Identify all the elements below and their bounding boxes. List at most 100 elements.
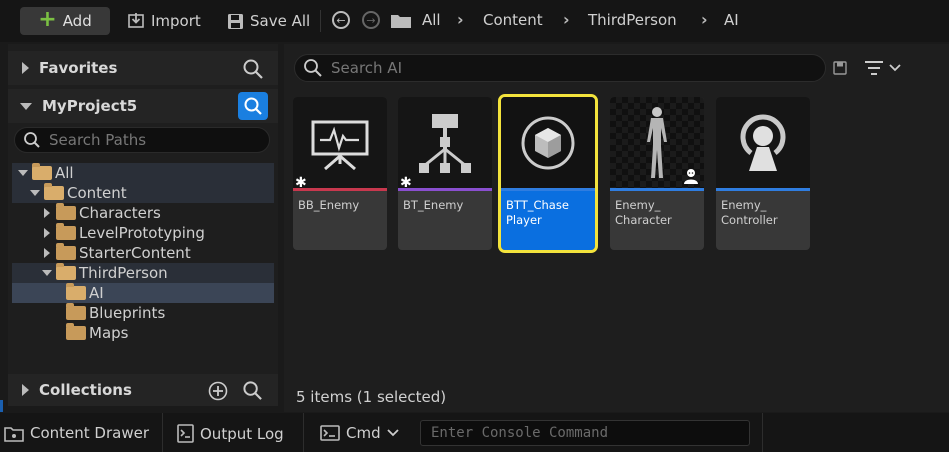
search-assets-input[interactable]: Search AI — [294, 54, 826, 82]
console-command-field[interactable] — [420, 420, 750, 446]
tree-item-thirdperson[interactable]: ThirdPerson — [12, 263, 274, 283]
breadcrumb-all[interactable]: All — [422, 11, 441, 29]
collapse-arrow-icon — [20, 102, 32, 110]
tree-item-label: Blueprints — [89, 304, 166, 322]
plus-icon: + — [38, 7, 57, 32]
tree-item-content[interactable]: Content — [12, 183, 274, 203]
folder-tree: All Content Characters LevelPrototyping … — [12, 160, 278, 360]
asset-tile-bt-enemy[interactable]: ✱ BT_Enemy — [398, 97, 492, 250]
breadcrumb-separator-icon: › — [701, 10, 708, 29]
add-button-label: Add — [62, 12, 92, 30]
save-search-icon[interactable] — [833, 61, 847, 75]
breadcrumb-separator-icon: › — [563, 10, 570, 29]
search-assets-placeholder: Search AI — [331, 59, 402, 77]
asset-tile-bb-enemy[interactable]: ✱ BB_Enemy — [293, 97, 387, 250]
search-paths-button[interactable] — [238, 92, 268, 120]
collapse-arrow-icon — [42, 270, 52, 276]
asset-type-bar — [610, 188, 704, 191]
search-icon[interactable] — [242, 380, 263, 401]
expand-arrow-icon — [44, 248, 50, 258]
project-label: MyProject5 — [42, 97, 138, 115]
folder-open-icon — [44, 183, 64, 200]
search-paths-placeholder: Search Paths — [49, 131, 147, 149]
output-log-button[interactable]: Output Log — [177, 424, 284, 443]
search-paths-input[interactable]: Search Paths — [14, 127, 270, 153]
panel-edge-marker — [0, 400, 3, 412]
tree-item-startercontent[interactable]: StarterContent — [12, 243, 274, 263]
tree-item-ai[interactable]: AI — [12, 283, 274, 303]
asset-label: BTT_Chase Player — [506, 198, 569, 227]
collapse-arrow-icon — [30, 190, 40, 196]
search-icon — [244, 97, 262, 115]
status-bar-divider — [303, 413, 304, 452]
expand-arrow-icon — [22, 384, 29, 396]
favorites-header[interactable]: Favorites — [8, 51, 278, 85]
project-header[interactable]: MyProject5 — [8, 89, 278, 123]
tree-item-maps[interactable]: Maps — [12, 323, 274, 343]
breadcrumb-thirdperson[interactable]: ThirdPerson — [588, 11, 677, 29]
user-icon — [684, 169, 698, 184]
toolbar-divider — [320, 10, 321, 32]
add-circle-icon[interactable] — [208, 381, 228, 401]
breadcrumb-content[interactable]: Content — [483, 11, 543, 29]
tree-item-label: LevelPrototyping — [79, 224, 205, 242]
search-icon[interactable] — [242, 58, 264, 80]
tree-item-label: Maps — [89, 324, 129, 342]
filter-icon[interactable] — [863, 60, 885, 76]
favorites-label: Favorites — [39, 59, 118, 77]
asset-tile-enemy-controller[interactable]: Enemy_ Controller — [716, 97, 810, 250]
folder-open-icon — [32, 163, 52, 180]
asset-thumbnail: ✱ — [398, 97, 492, 191]
asset-tile-btt-chase-player[interactable]: BTT_Chase Player — [498, 94, 598, 253]
asset-type-bar — [398, 188, 492, 191]
import-button[interactable]: Import — [127, 8, 201, 34]
asset-tile-enemy-character[interactable]: Enemy_ Character — [610, 97, 704, 250]
sources-panel: Favorites MyProject5 Search Paths All Co… — [8, 44, 278, 406]
console-command-input[interactable] — [431, 425, 741, 441]
import-icon — [128, 13, 144, 28]
save-all-button[interactable]: Save All — [227, 8, 310, 34]
folder-icon — [56, 203, 76, 220]
content-drawer-button[interactable]: Content Drawer — [4, 424, 149, 442]
asset-label: Enemy_ Character — [615, 198, 672, 227]
tree-item-blueprints[interactable]: Blueprints — [12, 303, 274, 323]
folder-open-icon — [56, 263, 76, 280]
folder-icon — [66, 323, 86, 340]
blackboard-icon — [311, 120, 369, 171]
collapse-arrow-icon — [18, 170, 28, 176]
tree-item-characters[interactable]: Characters — [12, 203, 274, 223]
chevron-down-icon[interactable] — [889, 63, 901, 73]
add-button[interactable]: + Add — [20, 7, 110, 35]
asset-thumbnail — [716, 97, 810, 189]
forward-arrow-icon[interactable]: → — [362, 11, 380, 29]
collections-header[interactable]: Collections — [8, 374, 278, 406]
controller-icon — [740, 114, 786, 171]
tree-item-levelprototyping[interactable]: LevelPrototyping — [12, 223, 274, 243]
search-icon — [304, 59, 322, 77]
asset-type-bar — [293, 188, 387, 191]
expand-arrow-icon — [44, 228, 50, 238]
cmd-label: Cmd — [346, 424, 381, 442]
status-bar: Content Drawer Output Log Cmd — [0, 413, 949, 452]
terminal-icon — [320, 425, 340, 441]
tree-item-label: Content — [67, 184, 127, 202]
tree-item-label: AI — [89, 284, 104, 302]
tree-item-label: All — [55, 164, 74, 182]
tree-item-all[interactable]: All — [12, 163, 274, 183]
back-arrow-icon[interactable]: ← — [332, 11, 350, 29]
chevron-down-icon — [386, 429, 399, 437]
collections-label: Collections — [39, 381, 132, 399]
tree-item-label: ThirdPerson — [79, 264, 168, 282]
folder-icon — [56, 223, 76, 240]
output-log-icon — [177, 424, 194, 443]
breadcrumb-ai[interactable]: AI — [724, 11, 739, 29]
asset-thumbnail — [610, 97, 704, 189]
status-bar-divider — [762, 413, 763, 452]
tree-item-label: StarterContent — [79, 244, 191, 262]
folder-icon — [391, 15, 411, 28]
cmd-dropdown[interactable]: Cmd — [320, 424, 399, 442]
folder-open-icon — [66, 283, 86, 300]
behavior-tree-icon — [419, 114, 471, 173]
folder-icon — [66, 303, 86, 320]
asset-label: BT_Enemy — [403, 198, 464, 212]
